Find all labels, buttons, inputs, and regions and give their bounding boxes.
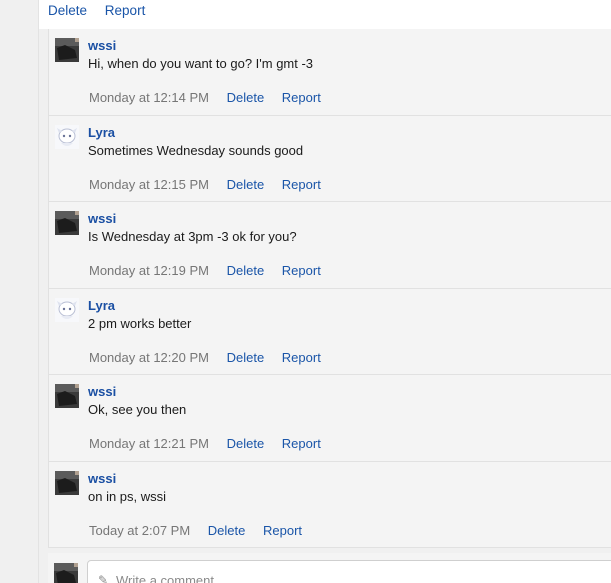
comment-author[interactable]: wssi: [88, 211, 116, 226]
avatar[interactable]: [55, 124, 79, 149]
comment-input[interactable]: ✎ Write a comment...: [87, 560, 611, 583]
report-link[interactable]: Report: [282, 177, 321, 192]
comment-timestamp[interactable]: Monday at 12:14 PM: [89, 90, 209, 105]
comment-meta: Monday at 12:20 PM Delete Report: [89, 350, 321, 365]
parent-report-link[interactable]: Report: [105, 3, 146, 18]
comment-item: wssi Hi, when do you want to go? I'm gmt…: [49, 29, 611, 116]
profile-post-comments-page: Delete Report wssi Hi, when do you want …: [0, 0, 611, 583]
delete-link[interactable]: Delete: [227, 263, 265, 278]
comment-meta: Monday at 12:19 PM Delete Report: [89, 263, 321, 278]
comment-author[interactable]: wssi: [88, 384, 116, 399]
parent-post-actions: Delete Report: [48, 3, 159, 18]
comment-thread: wssi Hi, when do you want to go? I'm gmt…: [48, 29, 611, 548]
comment-item: wssi Ok, see you then Monday at 12:21 PM…: [49, 375, 611, 462]
avatar[interactable]: [55, 470, 79, 495]
report-link[interactable]: Report: [282, 263, 321, 278]
comment-author[interactable]: Lyra: [88, 298, 115, 313]
comment-message: 2 pm works better: [88, 315, 192, 331]
avatar[interactable]: [55, 211, 79, 235]
comment-timestamp[interactable]: Monday at 12:15 PM: [89, 177, 209, 192]
comment-meta: Monday at 12:21 PM Delete Report: [89, 436, 321, 451]
comment-timestamp[interactable]: Today at 2:07 PM: [89, 523, 190, 538]
delete-link[interactable]: Delete: [227, 350, 265, 365]
comment-author[interactable]: wssi: [88, 38, 116, 53]
comment-input-placeholder: Write a comment...: [116, 573, 225, 583]
delete-link[interactable]: Delete: [227, 436, 265, 451]
report-link[interactable]: Report: [282, 436, 321, 451]
comment-timestamp[interactable]: Monday at 12:19 PM: [89, 263, 209, 278]
comment-item: Lyra Sometimes Wednesday sounds good Mon…: [49, 116, 611, 202]
avatar[interactable]: [55, 297, 79, 322]
comment-meta: Monday at 12:15 PM Delete Report: [89, 177, 321, 192]
comment-meta: Today at 2:07 PM Delete Report: [89, 523, 302, 538]
parent-delete-link[interactable]: Delete: [48, 3, 87, 18]
comment-author[interactable]: Lyra: [88, 125, 115, 140]
avatar[interactable]: [55, 384, 79, 408]
comment-message: Hi, when do you want to go? I'm gmt -3: [88, 56, 314, 71]
comment-item: wssi on in ps, wssi Today at 2:07 PM Del…: [49, 462, 611, 548]
pencil-icon: ✎: [98, 573, 109, 583]
comment-composer: ✎ Write a comment...: [48, 553, 611, 583]
comment-message: Ok, see you then: [88, 402, 187, 417]
report-link[interactable]: Report: [282, 350, 321, 365]
comment-meta: Monday at 12:14 PM Delete Report: [89, 90, 321, 105]
avatar[interactable]: [55, 38, 79, 62]
comment-message: Sometimes Wednesday sounds good: [88, 142, 304, 158]
comment-timestamp[interactable]: Monday at 12:21 PM: [89, 436, 209, 451]
comment-message: Is Wednesday at 3pm -3 ok for you?: [88, 229, 297, 244]
delete-link[interactable]: Delete: [227, 90, 265, 105]
comment-item: wssi Is Wednesday at 3pm -3 ok for you? …: [49, 202, 611, 289]
report-link[interactable]: Report: [263, 523, 302, 538]
comment-item: Lyra 2 pm works better Monday at 12:20 P…: [49, 289, 611, 375]
left-gutter: [0, 0, 39, 583]
report-link[interactable]: Report: [282, 90, 321, 105]
delete-link[interactable]: Delete: [227, 177, 265, 192]
comment-timestamp[interactable]: Monday at 12:20 PM: [89, 350, 209, 365]
comment-author[interactable]: wssi: [88, 471, 116, 486]
delete-link[interactable]: Delete: [208, 523, 246, 538]
comment-message: on in ps, wssi: [88, 488, 167, 504]
current-user-avatar: [54, 563, 78, 583]
